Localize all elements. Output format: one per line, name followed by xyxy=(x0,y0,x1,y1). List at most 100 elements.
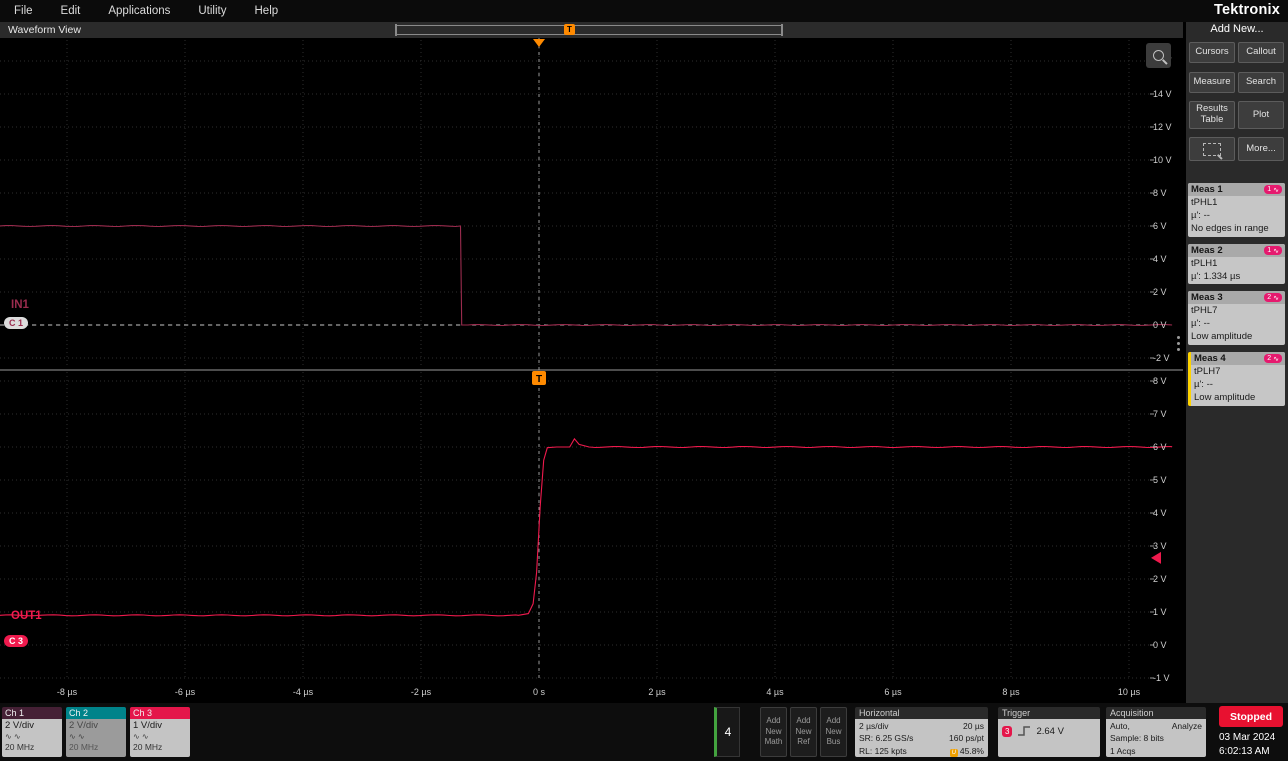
channel-badge-c1[interactable]: C 1 xyxy=(4,317,29,329)
y-axis-label: 5 V xyxy=(1153,475,1167,485)
horizontal-title: Horizontal xyxy=(855,707,988,719)
cursors-button[interactable]: Cursors xyxy=(1189,42,1235,63)
trace-in1 xyxy=(0,224,1173,327)
acq-mode: Auto, xyxy=(1110,721,1130,731)
rising-edge-icon xyxy=(1018,726,1031,736)
ch2-badge-card[interactable]: Ch 2 2 V/div 20 MHz xyxy=(66,707,126,757)
horizontal-scale: 2 µs/div xyxy=(859,721,889,731)
ch1-bandwidth: 20 MHz xyxy=(5,741,35,752)
meas-status: No edges in range xyxy=(1191,222,1269,234)
y-axis-label: 8 V xyxy=(1153,376,1167,386)
meas-card-2[interactable]: Meas 2 1 tPLH1 µ': 1.334 µs xyxy=(1188,244,1285,284)
x-axis-label: -2 µs xyxy=(410,687,432,697)
position-percent: 45.8% xyxy=(959,745,984,756)
waveform-plot[interactable]: T xyxy=(0,38,1183,685)
right-sidebar: Add New... Cursors Callout Measure Searc… xyxy=(1186,22,1288,703)
ch3-scale: 1 V/div xyxy=(133,720,163,731)
add-new-heading: Add New... xyxy=(1210,23,1264,35)
ch2-bandwidth: 20 MHz xyxy=(69,741,99,752)
meas-source-badge: 2 xyxy=(1264,293,1282,302)
y-axis-label: 8 V xyxy=(1153,188,1167,198)
coupling-icons xyxy=(69,732,123,742)
plot-button[interactable]: Plot xyxy=(1238,101,1284,129)
meas-source-badge: 2 xyxy=(1264,354,1282,363)
meas-name: Meas 3 xyxy=(1191,292,1223,303)
y-axis-label: 10 V xyxy=(1153,155,1172,165)
waveform-icon xyxy=(1273,186,1279,194)
acq-sample: Sample: 8 bits xyxy=(1110,733,1164,744)
measure-button[interactable]: Measure xyxy=(1189,72,1235,93)
menu-help[interactable]: Help xyxy=(255,5,279,17)
resolution: 160 ps/pt xyxy=(949,733,984,744)
trigger-card[interactable]: Trigger 3 2.64 V xyxy=(998,707,1100,757)
magnifier-icon xyxy=(1153,50,1164,61)
y-axis-label: 0 V xyxy=(1153,320,1167,330)
trigger-position-marker[interactable] xyxy=(533,39,545,47)
y-axis-label: 3 V xyxy=(1153,541,1167,551)
add-new-math-button[interactable]: Add New Math xyxy=(760,707,787,757)
y-axis-label: -2 V xyxy=(1153,353,1170,363)
y-axis-label: 6 V xyxy=(1153,221,1167,231)
acquisition-title: Acquisition xyxy=(1106,707,1206,719)
meas-type: tPLH7 xyxy=(1194,366,1221,377)
x-axis-label: -6 µs xyxy=(174,687,196,697)
bottom-bar: Ch 1 2 V/div 20 MHz Ch 2 2 V/div 20 MHz … xyxy=(0,703,1288,761)
add-new-ref-button[interactable]: Add New Ref xyxy=(790,707,817,757)
menu-file[interactable]: File xyxy=(14,5,33,17)
run-stop-status[interactable]: Stopped xyxy=(1219,706,1283,727)
zoom-button[interactable] xyxy=(1146,43,1171,68)
meas-card-4[interactable]: Meas 4 2 tPLH7 µ': -- Low amplitude xyxy=(1188,352,1285,406)
more-button[interactable]: More... xyxy=(1238,137,1284,161)
ch1-badge-card[interactable]: Ch 1 2 V/div 20 MHz xyxy=(2,707,62,757)
ch3-bandwidth: 20 MHz xyxy=(133,741,163,752)
add-new-bus-button[interactable]: Add New Bus xyxy=(820,707,847,757)
acquisition-overview-bar[interactable]: T xyxy=(395,24,783,36)
trigger-level-marker[interactable] xyxy=(1151,551,1161,564)
meas-status: Low amplitude xyxy=(1191,330,1253,342)
meas-name: Meas 4 xyxy=(1194,353,1226,364)
y-axis-label: 1 V xyxy=(1153,607,1167,617)
y-axis-label: 0 V xyxy=(1153,640,1167,650)
channel-label-out1[interactable]: OUT1 xyxy=(11,610,42,622)
waveform-count-button[interactable]: 4 xyxy=(714,707,740,757)
waveform-graticule[interactable]: T IN1 C 1 OUT1 C 3 16 V14 V12 V10 V8 V6 … xyxy=(0,38,1183,685)
menu-applications[interactable]: Applications xyxy=(108,5,170,17)
y-axis-label: 2 V xyxy=(1153,287,1167,297)
y-axis-label: 2 V xyxy=(1153,574,1167,584)
menu-utility[interactable]: Utility xyxy=(198,5,226,17)
x-axis-label: 6 µs xyxy=(884,687,902,697)
callout-button[interactable]: Callout xyxy=(1238,42,1284,63)
ch3-header: Ch 3 xyxy=(130,707,190,719)
meas-mean: µ': 1.334 µs xyxy=(1191,270,1241,282)
x-axis-label: 0 s xyxy=(532,687,545,697)
panel-drag-handle[interactable] xyxy=(1177,336,1180,351)
meas-source-badge: 1 xyxy=(1264,185,1282,194)
overview-trigger-flag[interactable]: T xyxy=(564,24,575,35)
channel-label-in1[interactable]: IN1 xyxy=(11,299,29,311)
acquisition-card[interactable]: Acquisition Auto, Analyze Sample: 8 bits … xyxy=(1106,707,1206,757)
waveform-icon xyxy=(1273,294,1279,302)
meas-card-1[interactable]: Meas 1 1 tPHL1 µ': -- No edges in range xyxy=(1188,183,1285,237)
meas-type: tPLH1 xyxy=(1191,258,1218,269)
meas-card-3[interactable]: Meas 3 2 tPHL7 µ': -- Low amplitude xyxy=(1188,291,1285,345)
menu-edit[interactable]: Edit xyxy=(61,5,81,17)
channel-badge-c3[interactable]: C 3 xyxy=(4,635,29,647)
meas-name: Meas 1 xyxy=(1191,184,1223,195)
x-axis-label: -4 µs xyxy=(292,687,314,697)
meas-type: tPHL1 xyxy=(1191,197,1218,208)
sample-rate: SR: 6.25 GS/s xyxy=(859,733,914,744)
date-time: 03 Mar 2024 6:02:13 AM xyxy=(1219,731,1275,758)
y-axis-label: -1 V xyxy=(1153,673,1170,683)
x-axis-label: 4 µs xyxy=(766,687,784,697)
results-table-button[interactable]: Results Table xyxy=(1189,101,1235,129)
ch1-scale: 2 V/div xyxy=(5,720,35,731)
horizontal-card[interactable]: Horizontal 2 µs/div 20 µs SR: 6.25 GS/s 16… xyxy=(855,707,988,757)
x-axis-labels: -8 µs -6 µs -4 µs -2 µs 0 s 2 µs 4 µs 6 µs 8 µs 1… xyxy=(0,685,1183,702)
annotation-button[interactable] xyxy=(1189,137,1235,161)
time: 6:02:13 AM xyxy=(1219,745,1270,757)
x-axis-label: -8 µs xyxy=(56,687,78,697)
ch3-badge-card[interactable]: Ch 3 1 V/div 20 MHz xyxy=(130,707,190,757)
search-button[interactable]: Search xyxy=(1238,72,1284,93)
x-axis-label: 10 µs xyxy=(1117,687,1141,697)
meas-mean: µ': -- xyxy=(1191,317,1210,329)
